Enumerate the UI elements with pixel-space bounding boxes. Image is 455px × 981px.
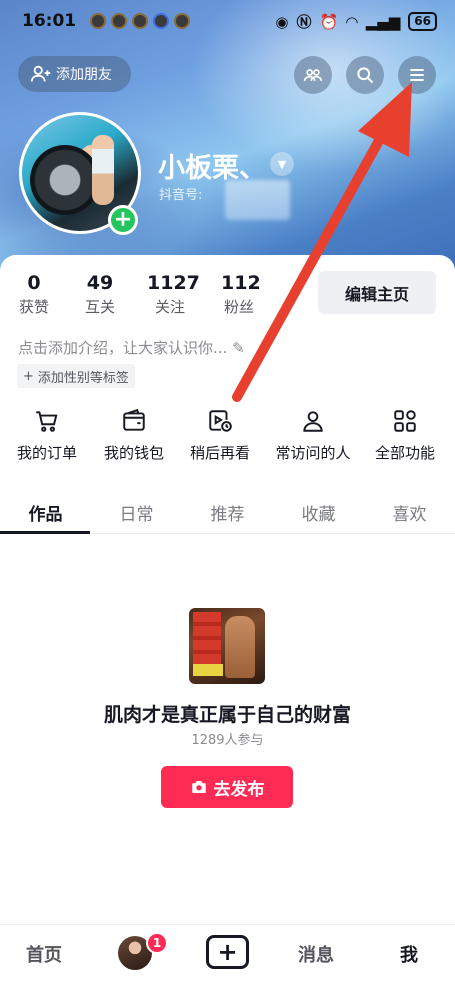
active-tab-indicator xyxy=(0,531,90,534)
content-tabs: 作品 日常 推荐 收藏 喜欢 xyxy=(0,490,455,534)
shortcut-frequent-people[interactable]: 常访问的人 xyxy=(268,408,358,463)
publish-label: 去发布 xyxy=(213,779,265,800)
stat-value: 112 xyxy=(221,272,261,294)
tab-favorites[interactable]: 收藏 xyxy=(273,500,364,525)
thumbnail-figure xyxy=(225,616,255,678)
menu-button[interactable] xyxy=(398,56,436,94)
douyin-id-redacted xyxy=(225,180,290,220)
app-notification-icon xyxy=(153,13,169,29)
add-tag-label: 添加性别等标签 xyxy=(37,370,129,386)
shortcut-wallet[interactable]: 我的钱包 xyxy=(89,408,179,463)
app-notification-icon xyxy=(90,13,106,29)
challenge-title: 肌肉才是真正属于自己的财富 xyxy=(103,704,351,726)
camera-icon xyxy=(191,781,206,793)
stat-value: 49 xyxy=(86,272,114,294)
avatar-photo-person xyxy=(92,135,114,205)
grid-icon xyxy=(394,410,416,432)
tab-daily[interactable]: 日常 xyxy=(91,500,182,525)
shortcut-label: 常访问的人 xyxy=(275,444,351,462)
shortcut-label: 全部功能 xyxy=(374,444,435,462)
add-friend-button[interactable]: 添加朋友 xyxy=(18,56,131,92)
plus-icon: + xyxy=(23,368,34,384)
search-icon xyxy=(357,67,374,84)
intro-text: 点击添加介绍，让大家认识你... xyxy=(18,339,228,357)
notification-badge: 1 xyxy=(146,932,168,954)
cart-icon xyxy=(36,411,58,432)
intro-placeholder[interactable]: 点击添加介绍，让大家认识你... ✎ xyxy=(18,337,245,358)
app-notification-icon xyxy=(132,13,148,29)
douyin-id-label: 抖音号: xyxy=(159,188,203,203)
shortcut-label: 我的钱包 xyxy=(103,444,164,462)
shortcut-orders[interactable]: 我的订单 xyxy=(2,408,92,463)
nav-me[interactable]: 我 xyxy=(400,941,418,967)
pencil-icon: ✎ xyxy=(232,339,245,357)
menu-icon xyxy=(410,69,424,81)
wallet-icon xyxy=(123,408,145,431)
friends-button[interactable] xyxy=(294,56,332,94)
signal-icon: ▂▄▆ xyxy=(365,12,401,31)
nav-home[interactable]: 首页 xyxy=(26,941,62,967)
app-notification-icon xyxy=(111,13,127,29)
account-switch-chevron-down-icon[interactable]: ▼ xyxy=(270,152,294,176)
avatar-photo-wheel xyxy=(30,145,100,215)
battery-indicator: 66 xyxy=(408,12,437,31)
status-time: 16:01 xyxy=(22,11,77,31)
stat-mutual[interactable]: 49 互关 xyxy=(82,272,118,317)
status-bar: 16:01 ◉ Ⓝ ⏰ ◠ ▂▄▆ 66 xyxy=(0,0,455,44)
stat-following[interactable]: 1127 关注 xyxy=(147,272,200,317)
eye-icon: ◉ xyxy=(275,12,289,31)
notification-icons xyxy=(90,13,190,29)
shortcut-row: 我的订单 我的钱包 稍后再看 常访问的人 全部功能 xyxy=(0,408,455,468)
system-status: ◉ Ⓝ ⏰ ◠ ▂▄▆ 66 xyxy=(275,11,437,32)
app-notification-icon xyxy=(174,13,190,29)
nfc-icon: Ⓝ xyxy=(296,13,312,31)
stat-label: 互关 xyxy=(84,298,115,316)
thumbnail-poster-text xyxy=(193,612,221,670)
stat-label: 粉丝 xyxy=(223,298,254,316)
stat-likes[interactable]: 0 获赞 xyxy=(18,272,50,317)
stat-followers[interactable]: 112 粉丝 xyxy=(221,272,261,317)
stat-value: 1127 xyxy=(147,272,200,294)
add-friend-label: 添加朋友 xyxy=(56,67,112,83)
bottom-nav: 首页 1 + 消息 我 xyxy=(0,924,455,981)
add-story-plus-icon[interactable]: + xyxy=(108,205,138,235)
stat-label: 关注 xyxy=(154,298,185,316)
watch-later-icon xyxy=(209,410,232,432)
nav-messages[interactable]: 消息 xyxy=(298,941,334,967)
stat-label: 获赞 xyxy=(18,298,49,316)
person-icon xyxy=(303,411,323,432)
challenge-thumbnail[interactable] xyxy=(189,608,265,684)
alarm-icon: ⏰ xyxy=(319,12,339,31)
wifi-icon: ◠ xyxy=(346,12,358,31)
add-tag-chip[interactable]: + 添加性别等标签 xyxy=(17,364,135,388)
edit-profile-button[interactable]: 编辑主页 xyxy=(318,271,436,314)
tab-likes[interactable]: 喜欢 xyxy=(364,500,455,525)
shortcut-label: 我的订单 xyxy=(16,444,77,462)
search-button[interactable] xyxy=(346,56,384,94)
publish-button[interactable]: 去发布 xyxy=(161,766,293,808)
tab-recommended[interactable]: 推荐 xyxy=(182,500,273,525)
shortcut-all-features[interactable]: 全部功能 xyxy=(360,408,450,463)
thumbnail-caption xyxy=(193,664,223,676)
shortcut-watch-later[interactable]: 稍后再看 xyxy=(175,408,265,463)
create-plus-button[interactable]: + xyxy=(206,935,249,969)
shortcut-label: 稍后再看 xyxy=(189,444,250,462)
tab-works[interactable]: 作品 xyxy=(0,500,91,525)
challenge-participants: 1289人参与 xyxy=(191,733,264,748)
friends-icon xyxy=(303,69,323,81)
stat-value: 0 xyxy=(27,272,41,294)
add-person-icon xyxy=(30,65,51,82)
